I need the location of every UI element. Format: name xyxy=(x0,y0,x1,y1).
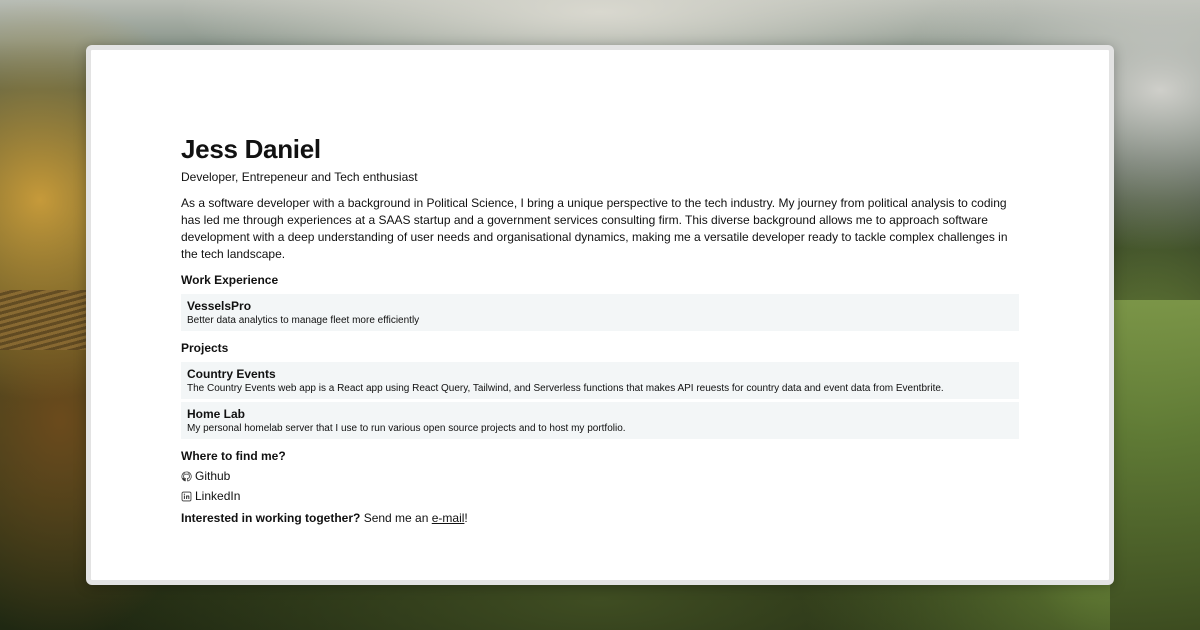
projects-heading: Projects xyxy=(181,341,229,355)
terraced-hill xyxy=(0,290,90,350)
social-links: Github LinkedIn xyxy=(181,468,1019,504)
github-link-label: Github xyxy=(195,469,231,483)
linkedin-link-label: LinkedIn xyxy=(195,489,241,503)
work-item: VesselsPro Better data analytics to mana… xyxy=(181,294,1019,331)
github-icon xyxy=(181,470,192,481)
work-experience-heading: Work Experience xyxy=(181,273,279,287)
email-link[interactable]: e-mail xyxy=(432,511,465,525)
page-title: Jess Daniel xyxy=(181,134,321,164)
about-paragraph: As a software developer with a backgroun… xyxy=(181,196,1008,261)
contact-line: Interested in working together? Send me … xyxy=(181,510,1019,526)
linkedin-icon xyxy=(181,491,192,501)
contact-text: Send me an xyxy=(360,511,432,525)
work-item-title: VesselsPro xyxy=(187,299,252,313)
work-item-description: Better data analytics to manage fleet mo… xyxy=(187,315,420,326)
project-item-description: My personal homelab server that I use to… xyxy=(187,423,626,434)
contact-suffix: ! xyxy=(464,511,468,525)
find-me-heading: Where to find me? xyxy=(181,449,286,463)
portfolio-content: Jess Daniel Developer, Entrepeneur and T… xyxy=(181,133,1019,526)
green-hillside xyxy=(1110,300,1200,630)
contact-lead: Interested in working together? xyxy=(181,511,361,525)
linkedin-link[interactable]: LinkedIn xyxy=(181,488,1019,504)
portfolio-card: Jess Daniel Developer, Entrepeneur and T… xyxy=(86,45,1114,585)
project-item-title: Home Lab xyxy=(187,407,246,421)
project-item-title: Country Events xyxy=(187,367,276,381)
tagline: Developer, Entrepeneur and Tech enthusia… xyxy=(181,170,418,184)
project-item-description: The Country Events web app is a React ap… xyxy=(187,383,944,394)
project-item: Home Lab My personal homelab server that… xyxy=(181,402,1019,439)
github-link[interactable]: Github xyxy=(181,468,1019,484)
project-item: Country Events The Country Events web ap… xyxy=(181,362,1019,399)
